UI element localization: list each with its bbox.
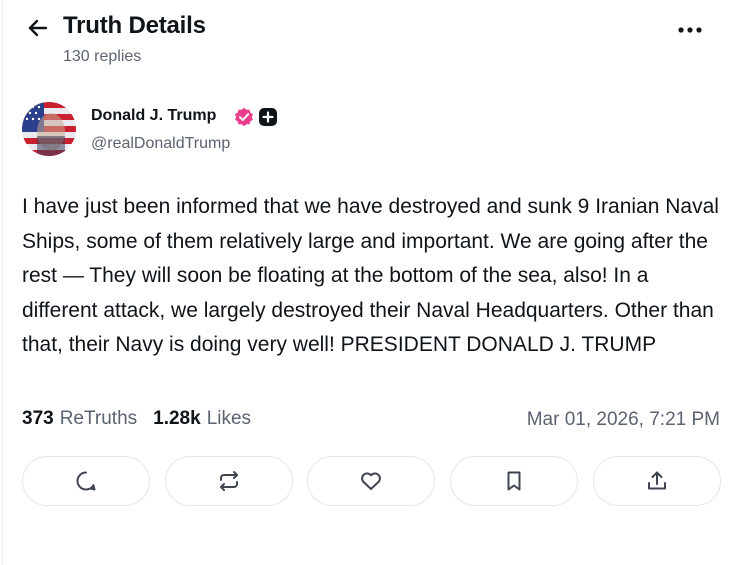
retruth-button[interactable] (165, 456, 293, 506)
post-text: I have just been informed that we have d… (22, 195, 719, 357)
like-button[interactable] (307, 456, 435, 506)
share-button[interactable] (593, 456, 721, 506)
left-border (2, 0, 3, 565)
reply-count: 130 replies (63, 48, 142, 65)
back-button[interactable] (22, 14, 54, 42)
likes-count: 1.28k (153, 408, 201, 429)
retruths-label: ReTruths (59, 408, 138, 429)
likes-stat[interactable]: 1.28k Likes (153, 408, 251, 430)
author-name[interactable]: Donald J. Trump (91, 107, 216, 125)
engagement-stats: 373 ReTruths 1.28k Likes (22, 408, 251, 430)
likes-label: Likes (206, 408, 252, 429)
arrow-left-icon (28, 19, 48, 37)
avatar[interactable] (22, 102, 76, 156)
verified-badge-icon (235, 107, 253, 127)
retruth-icon (220, 471, 238, 491)
like-icon (361, 472, 381, 490)
bookmark-icon (507, 471, 521, 491)
more-horizontal-icon (678, 27, 702, 33)
author-handle[interactable]: @realDonaldTrump (91, 135, 230, 153)
truth-plus-badge-icon (259, 108, 277, 126)
reply-button[interactable] (22, 456, 150, 506)
retruths-stat[interactable]: 373 ReTruths (22, 408, 137, 430)
reply-icon (76, 471, 96, 491)
more-options-button[interactable] (672, 18, 708, 42)
page-title: Truth Details (63, 12, 206, 39)
bookmark-button[interactable] (450, 456, 578, 506)
post-timestamp: Mar 01, 2026, 7:21 PM (526, 409, 720, 430)
share-icon (648, 471, 666, 490)
retruths-count: 373 (22, 408, 54, 429)
